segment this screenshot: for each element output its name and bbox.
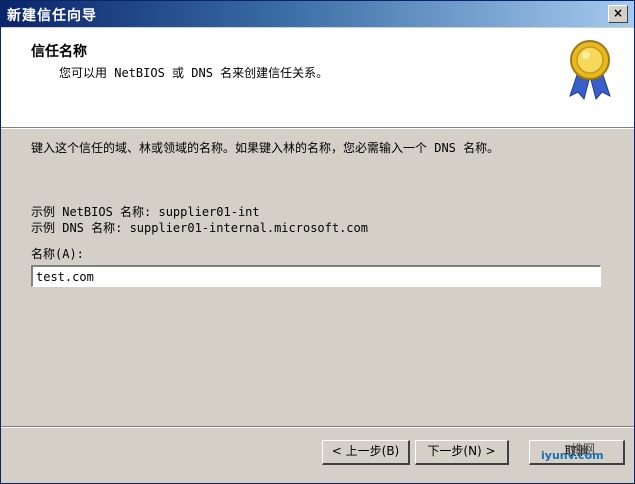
name-label: 名称(A):	[31, 247, 84, 261]
page-subtitle: 您可以用 NetBIOS 或 DNS 名来创建信任关系。	[59, 66, 329, 80]
instruction-text: 键入这个信任的域、林或领域的名称。如果键入林的名称，您必需输入一个 DNS 名称…	[31, 141, 500, 155]
wizard-content: 键入这个信任的域、林或领域的名称。如果键入林的名称，您必需输入一个 DNS 名称…	[1, 129, 634, 429]
example-netbios: 示例 NetBIOS 名称: supplier01-int	[31, 205, 260, 219]
trust-name-input[interactable]	[31, 265, 601, 287]
wizard-window: 新建信任向导 × 信任名称 您可以用 NetBIOS 或 DNS 名来创建信任关…	[0, 0, 635, 484]
example-dns: 示例 DNS 名称: supplier01-internal.microsoft…	[31, 221, 368, 235]
page-title: 信任名称	[31, 44, 87, 60]
button-divider-highlight	[1, 427, 634, 428]
back-button[interactable]: < 上一步(B)	[322, 440, 410, 465]
next-button[interactable]: 下一步(N) >	[415, 440, 509, 465]
wizard-header: 信任名称 您可以用 NetBIOS 或 DNS 名来创建信任关系。	[1, 28, 634, 128]
window-title: 新建信任向导	[7, 8, 97, 24]
award-ribbon-icon	[569, 40, 611, 101]
close-button[interactable]: ×	[608, 5, 628, 23]
title-bar[interactable]: 新建信任向导 ×	[1, 1, 634, 27]
watermark: iyunv.com	[541, 449, 604, 462]
